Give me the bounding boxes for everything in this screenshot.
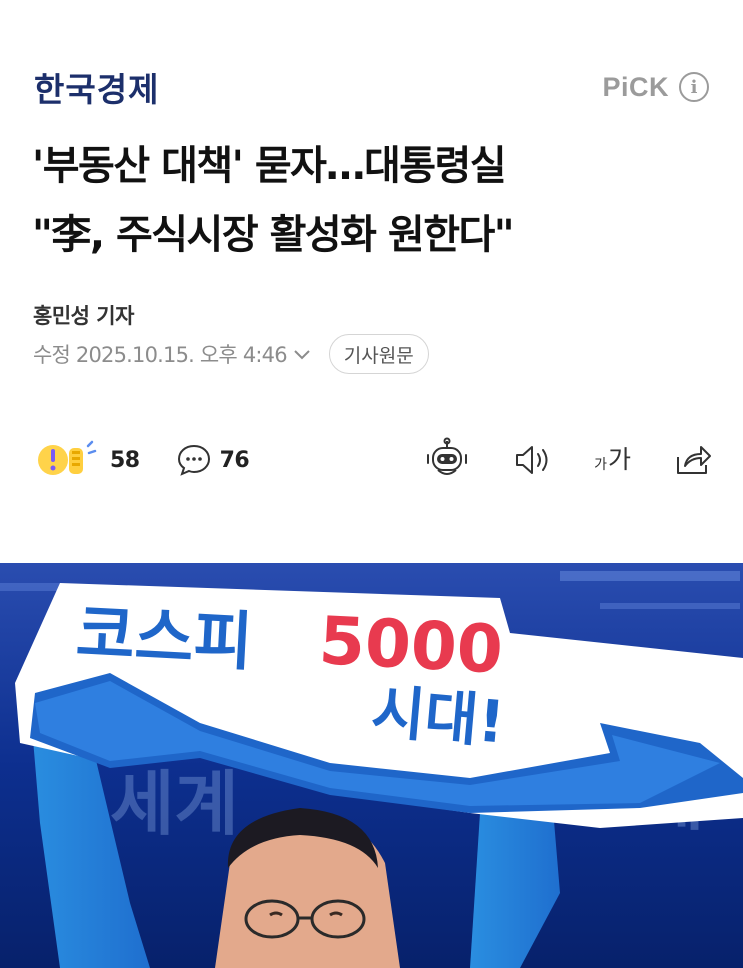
article-photo[interactable]: 세계 세 코스피 5000 시대!: [0, 563, 743, 968]
ai-summary-button[interactable]: [424, 437, 470, 483]
article-actions: 58 76 가 가: [36, 436, 713, 484]
pick-badge: PiCK: [602, 71, 669, 102]
font-size-small-label: 가: [594, 457, 607, 473]
speaker-icon: [516, 446, 548, 474]
headline-line-2: "李, 주식시장 활성화 원한다": [32, 212, 515, 258]
sign-sub: 시대!: [369, 677, 508, 756]
chevron-down-icon[interactable]: [293, 348, 311, 360]
reaction-emoji-icon: [38, 440, 97, 475]
comment-count: 76: [219, 447, 250, 473]
headline-line-1: '부동산 대책' 묻자…대통령실: [32, 143, 507, 189]
comment-icon: [177, 444, 210, 476]
sign-number: 5000: [317, 602, 504, 689]
publisher-bar: 한국경제 PiCK i: [34, 62, 709, 112]
tool-group: 가 가: [382, 437, 713, 483]
article-headline: '부동산 대책' 묻자…대통령실 "李, 주식시장 활성화 원한다": [32, 132, 722, 270]
modified-date: 수정 2025.10.15. 오후 4:46: [33, 343, 288, 367]
comment-button[interactable]: 76: [176, 442, 250, 478]
font-size-big-label: 가: [607, 445, 631, 474]
font-size-button[interactable]: 가 가: [594, 446, 631, 474]
share-button[interactable]: [673, 442, 713, 478]
text-to-speech-button[interactable]: [512, 442, 552, 478]
article-page: 한국경제 PiCK i '부동산 대책' 묻자…대통령실 "李, 주식시장 활성…: [0, 0, 743, 968]
share-icon: [677, 446, 711, 474]
rally-photo-illustration: 세계 세 코스피 5000 시대!: [0, 563, 743, 968]
reaction-button[interactable]: 58: [36, 440, 140, 480]
sign-word: 코스피: [74, 597, 254, 680]
original-article-button[interactable]: 기사원문: [328, 334, 429, 374]
article-meta: 수정 2025.10.15. 오후 4:46 기사원문: [33, 334, 429, 374]
robot-summary-icon: [427, 437, 468, 475]
reaction-count: 58: [110, 447, 140, 473]
reporter-name[interactable]: 홍민성 기자: [33, 300, 134, 330]
reaction-group: 58 76: [36, 440, 285, 480]
svg-text:세계: 세계: [110, 763, 239, 845]
pick-badge-group[interactable]: PiCK i: [602, 72, 709, 103]
publisher-logo[interactable]: 한국경제: [34, 63, 159, 111]
info-icon[interactable]: i: [679, 72, 709, 102]
